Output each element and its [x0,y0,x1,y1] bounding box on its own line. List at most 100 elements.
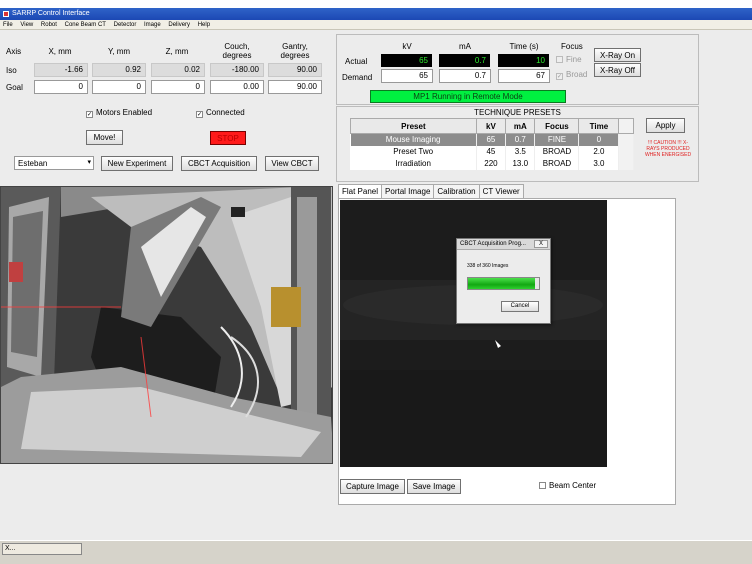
actual-time-display: 10 [498,54,549,67]
check-icon: ✓ [556,73,563,80]
menu-file[interactable]: File [3,20,13,30]
cbct-progress-dialog: CBCT Acquisition Prog... X 338 of 360 Im… [456,238,551,324]
focus-broad-label: Broad [566,70,588,79]
actual-kv-display: 65 [381,54,432,67]
time-header: Time (s) [509,42,539,51]
goal-label: Goal [6,83,23,92]
iso-y-value: 0.92 [92,63,146,77]
scrollbar-header [618,118,634,134]
preset-name: Irradiation [350,157,477,170]
menu-view[interactable]: View [20,20,33,30]
tab-calibration[interactable]: Calibration [433,184,480,198]
gantry-header: Gantry, degrees [280,42,310,60]
menu-detector[interactable]: Detector [114,20,137,30]
goal-y-field[interactable]: 0 [92,80,146,94]
couch-header: Couch, degrees [222,42,252,60]
focus-broad-checkbox[interactable]: ✓ Broad [556,70,587,80]
preset-row-irradiation[interactable]: Irradiation 220 13.0 BROAD 3.0 [350,157,634,170]
menu-cone-beam-ct[interactable]: Cone Beam CT [65,20,106,30]
iso-z-value: 0.02 [151,63,205,77]
new-experiment-button[interactable]: New Experiment [101,156,173,171]
goal-x-field[interactable]: 0 [34,80,88,94]
motors-enabled-checkbox[interactable]: ✓ Motors Enabled [86,108,152,118]
demand-kv-field[interactable]: 65 [381,69,433,83]
actual-ma-display: 0.7 [439,54,490,67]
col-preset: Preset [350,118,477,134]
demand-ma-field[interactable]: 0.7 [439,69,491,83]
apply-button[interactable]: Apply [646,118,685,133]
focus-header: Focus [561,42,583,51]
preset-ma: 3.5 [505,145,536,158]
title-bar: SARRP Control Interface [0,8,752,20]
chevron-down-icon: ▾ [87,159,91,166]
preset-focus: BROAD [534,157,580,170]
capture-image-button[interactable]: Capture Image [340,479,405,494]
scrollbar-track[interactable] [618,133,634,146]
iso-gantry-value: 90.00 [268,63,322,77]
goal-gantry-field[interactable]: 90.00 [268,80,322,94]
save-image-button[interactable]: Save Image [407,479,461,494]
taskbar-item[interactable]: X... [2,543,82,555]
preset-ma: 13.0 [505,157,536,170]
progress-fill [468,278,535,289]
menu-help[interactable]: Help [198,20,210,30]
menu-image[interactable]: Image [144,20,161,30]
xray-off-button[interactable]: X-Ray Off [594,63,641,77]
z-header: Z, mm [165,47,189,56]
ma-header: mA [459,42,471,51]
iso-x-value: -1.66 [34,63,88,77]
connected-label: Connected [206,108,245,117]
view-cbct-button[interactable]: View CBCT [265,156,319,171]
menu-bar: File View Robot Cone Beam CT Detector Im… [0,20,752,30]
presets-header-row: Preset kV mA Focus Time [350,118,634,134]
cbct-acquisition-button[interactable]: CBCT Acquisition [181,156,257,171]
camera-scene [1,187,332,463]
col-ma: mA [505,118,536,134]
image-tabs: Flat Panel Portal Image Calibration CT View… [338,184,524,198]
dialog-title: CBCT Acquisition Prog... [460,241,526,247]
taskbar: X... [0,540,752,564]
preset-row-mouse-imaging[interactable]: Mouse Imaging 65 0.7 FINE 0 [350,133,634,146]
preset-time: 3.0 [578,157,620,170]
connected-checkbox[interactable]: ✓ Connected [196,108,245,118]
beam-center-checkbox[interactable]: Beam Center [539,481,596,490]
scrollbar-track[interactable] [618,145,634,158]
move-button[interactable]: Move! [86,130,123,145]
y-header: Y, mm [107,47,131,56]
checkbox-icon [556,56,563,63]
user-select-value: Esteban [18,159,48,168]
dialog-title-bar: CBCT Acquisition Prog... X [457,239,550,250]
user-select[interactable]: Esteban ▾ [14,156,94,170]
scrollbar-track[interactable] [618,157,634,170]
preset-ma: 0.7 [505,133,536,146]
cancel-button[interactable]: Cancel [501,301,539,312]
motors-enabled-label: Motors Enabled [96,108,153,117]
check-icon: ✓ [86,111,93,118]
x-header: X, mm [48,47,72,56]
preset-focus: BROAD [534,145,580,158]
col-focus: Focus [534,118,580,134]
robot-camera-view [0,186,333,464]
top-strip [0,0,752,8]
stop-button[interactable]: STOP [210,131,246,145]
close-icon[interactable]: X [534,240,548,248]
xray-on-button[interactable]: X-Ray On [594,48,641,62]
checkbox-icon [539,482,546,489]
actual-label: Actual [345,57,368,66]
caution-text: !!! CAUTION !!! X-RAYS PRODUCED WHEN ENE… [644,140,692,158]
tab-ct-viewer[interactable]: CT Viewer [478,184,524,198]
iso-couch-value: -180.00 [210,63,264,77]
tab-portal-image[interactable]: Portal Image [381,184,435,198]
goal-z-field[interactable]: 0 [151,80,205,94]
main-area: Axis X, mm Y, mm Z, mm Couch, degrees Ga… [0,30,752,540]
demand-time-field[interactable]: 67 [498,69,550,83]
menu-robot[interactable]: Robot [41,20,57,30]
status-bar: MP1 Running in Remote Mode [370,90,566,103]
focus-fine-checkbox[interactable]: Fine [556,55,582,64]
tab-flat-panel[interactable]: Flat Panel [338,184,383,198]
preset-row-preset-two[interactable]: Preset Two 45 3.5 BROAD 2.0 [350,145,634,158]
menu-delivery[interactable]: Delivery [168,20,190,30]
goal-couch-field[interactable]: 0.00 [210,80,264,94]
dialog-message: 338 of 360 Images [467,263,509,269]
col-kv: kV [475,118,507,134]
